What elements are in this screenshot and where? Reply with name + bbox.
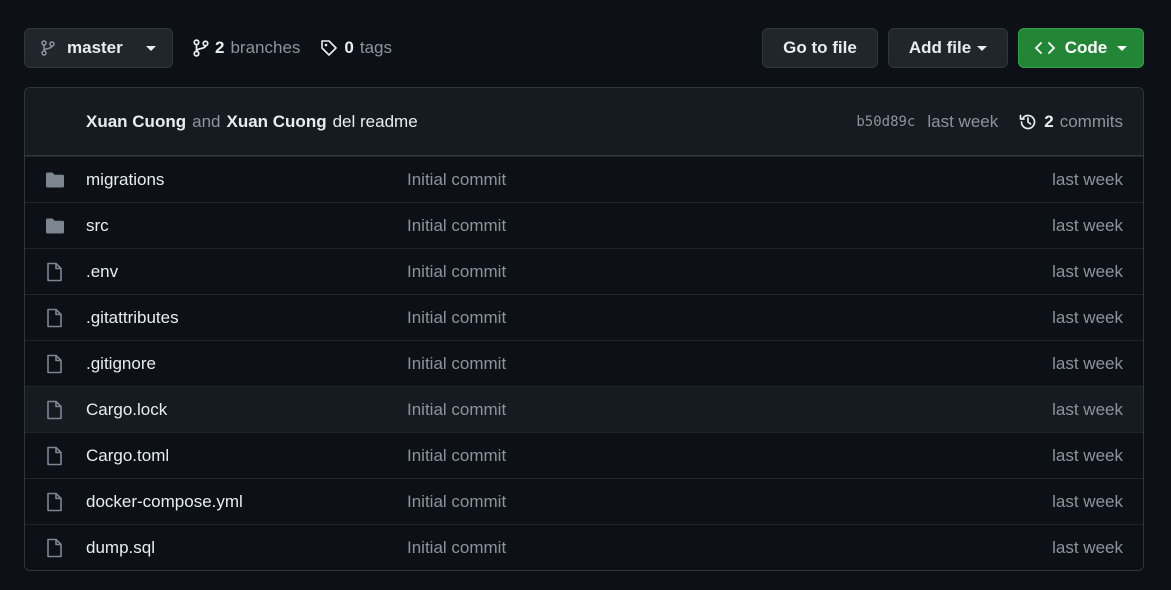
file-age: last week [1052,353,1123,373]
file-commit-message[interactable]: Initial commit [407,492,506,512]
file-icon [45,492,63,512]
tags-count: 0 [344,38,354,57]
commit-coauthor[interactable]: Xuan Cuong [226,112,326,132]
file-name[interactable]: .gitignore [86,354,156,374]
chevron-down-icon [977,45,988,51]
file-name[interactable]: .env [86,262,118,282]
tags-label: tags [359,38,393,57]
file-commit-message[interactable]: Initial commit [407,400,506,420]
file-row[interactable]: src Initial commit last week [25,202,1143,248]
code-icon [1034,41,1055,55]
branch-name: master [67,38,123,57]
file-commit-message[interactable]: Initial commit [407,354,506,374]
file-age: last week [1052,169,1123,189]
repo-toolbar: master 2 branches 0 tags Go to file Add … [24,28,1144,68]
commit-author[interactable]: Xuan Cuong [86,112,186,132]
file-icon [45,354,63,374]
commit-sha[interactable]: b50d89c [856,114,915,130]
file-row[interactable]: .gitattributes Initial commit last week [25,294,1143,340]
branch-selector-button[interactable]: master [24,28,173,68]
branches-link[interactable]: 2 branches [193,38,300,58]
file-commit-message[interactable]: Initial commit [407,538,506,558]
commits-label: commits [1059,111,1123,131]
go-to-file-button[interactable]: Go to file [762,28,878,68]
file-icon [45,308,63,328]
file-name[interactable]: Cargo.toml [86,446,169,466]
file-row[interactable]: .env Initial commit last week [25,248,1143,294]
file-name[interactable]: .gitattributes [86,308,179,328]
file-commit-message[interactable]: Initial commit [407,308,506,328]
commit-time: last week [927,111,999,131]
file-name[interactable]: docker-compose.yml [86,492,243,512]
git-branch-icon [41,40,55,56]
file-age: last week [1052,491,1123,511]
chevron-down-icon [146,45,156,51]
commits-count: 2 [1044,111,1054,131]
tag-icon [320,39,338,57]
file-list: Xuan Cuong and Xuan Cuong del readme b50… [24,87,1144,571]
file-commit-message[interactable]: Initial commit [407,262,506,282]
file-commit-message[interactable]: Initial commit [407,216,506,236]
file-name[interactable]: dump.sql [86,538,155,558]
folder-icon [45,217,65,235]
file-row[interactable]: docker-compose.yml Initial commit last w… [25,478,1143,524]
add-file-label: Add file [908,38,972,57]
branches-count: 2 [215,38,225,57]
git-branch-icon [193,39,209,57]
chevron-down-icon [1117,45,1128,51]
file-name[interactable]: migrations [86,170,164,190]
file-row[interactable]: Cargo.toml Initial commit last week [25,432,1143,478]
file-commit-message[interactable]: Initial commit [407,170,506,190]
commit-and: and [192,111,221,131]
file-row[interactable]: migrations Initial commit last week [25,156,1143,202]
file-icon [45,446,63,466]
file-age: last week [1052,215,1123,235]
file-commit-message[interactable]: Initial commit [407,446,506,466]
code-button[interactable]: Code [1018,28,1144,68]
file-age: last week [1052,445,1123,465]
file-icon [45,262,63,282]
file-row[interactable]: Cargo.lock Initial commit last week [25,386,1143,432]
tags-link[interactable]: 0 tags [320,38,392,58]
commits-history-link[interactable]: 2 commits [1018,112,1123,132]
latest-commit-bar: Xuan Cuong and Xuan Cuong del readme b50… [25,88,1143,156]
file-icon [45,400,63,420]
code-label: Code [1064,38,1108,57]
file-age: last week [1052,261,1123,281]
add-file-button[interactable]: Add file [888,28,1008,68]
file-age: last week [1052,399,1123,419]
file-row[interactable]: dump.sql Initial commit last week [25,524,1143,570]
branches-label: branches [230,38,301,57]
folder-icon [45,171,65,189]
file-age: last week [1052,307,1123,327]
history-icon [1018,112,1038,132]
file-icon [45,538,63,558]
commit-message[interactable]: del readme [333,112,418,132]
file-name[interactable]: src [86,216,109,236]
file-name[interactable]: Cargo.lock [86,400,167,420]
file-row[interactable]: .gitignore Initial commit last week [25,340,1143,386]
file-age: last week [1052,537,1123,557]
